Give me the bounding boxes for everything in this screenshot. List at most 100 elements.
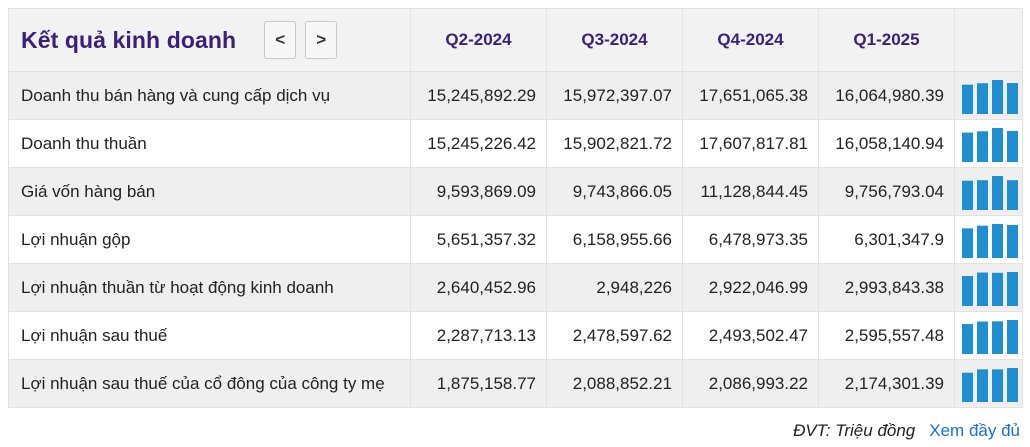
sparkline-bar: [1006, 82, 1018, 114]
next-period-button[interactable]: >: [305, 21, 338, 59]
sparkline-cell: [954, 119, 1023, 168]
sparkline-cell: [954, 71, 1023, 120]
value-cell: 2,595,557.48: [818, 311, 955, 360]
value-cell: 6,158,955.66: [546, 215, 683, 264]
column-header: Q1-2025: [818, 8, 955, 72]
sparkline-chart: [961, 223, 1018, 258]
value-cell: 16,058,140.94: [818, 119, 955, 168]
value-cell: 6,478,973.35: [682, 215, 819, 264]
sparkline-chart: [961, 79, 1018, 114]
value-cell: 17,651,065.38: [682, 71, 819, 120]
value-cell: 15,245,892.29: [410, 71, 547, 120]
sparkline-bar: [961, 132, 973, 162]
title-cell: Kết quả kinh doanh < >: [8, 8, 411, 72]
widget-title: Kết quả kinh doanh: [21, 26, 237, 53]
value-cell: 5,651,357.32: [410, 215, 547, 264]
value-cell: 2,922,046.99: [682, 263, 819, 312]
sparkline-cell: [954, 263, 1023, 312]
table-header-row: Kết quả kinh doanh < > Q2-2024 Q3-2024 Q…: [8, 8, 1023, 72]
sparkline-header: [954, 8, 1023, 72]
sparkline-bar: [1006, 319, 1018, 354]
sparkline-bar: [1006, 130, 1018, 162]
sparkline-cell: [954, 311, 1023, 360]
value-cell: 16,064,980.39: [818, 71, 955, 120]
sparkline-chart: [961, 367, 1018, 402]
value-cell: 2,993,843.38: [818, 263, 955, 312]
row-label: Lợi nhuận sau thuế của cổ đông của công …: [8, 359, 411, 408]
sparkline-bar: [976, 321, 988, 354]
sparkline-bar: [961, 180, 973, 210]
column-header: Q4-2024: [682, 8, 819, 72]
sparkline-bar: [976, 179, 988, 210]
table-row: Giá vốn hàng bán 9,593,869.09 9,743,866.05…: [8, 167, 1023, 216]
sparkline-bar: [1006, 367, 1018, 402]
table-body: Doanh thu bán hàng và cung cấp dịch vụ 15…: [8, 71, 1023, 408]
row-label: Giá vốn hàng bán: [8, 167, 411, 216]
value-cell: 2,174,301.39: [818, 359, 955, 408]
sparkline-chart: [961, 127, 1018, 162]
business-results-widget: Kết quả kinh doanh < > Q2-2024 Q3-2024 Q…: [8, 8, 1023, 440]
value-cell: 15,972,397.07: [546, 71, 683, 120]
sparkline-bar: [961, 275, 973, 306]
view-full-link[interactable]: Xem đầy đủ: [929, 421, 1020, 441]
value-cell: 1,875,158.77: [410, 359, 547, 408]
business-results-table: Kết quả kinh doanh < > Q2-2024 Q3-2024 Q…: [8, 8, 1023, 408]
table-row: Lợi nhuận thuần từ hoạt động kinh doanh 2…: [8, 263, 1023, 312]
prev-period-button[interactable]: <: [264, 21, 297, 59]
sparkline-bar: [961, 227, 973, 258]
value-cell: 6,301,347.9: [818, 215, 955, 264]
sparkline-chart: [961, 175, 1018, 210]
sparkline-bar: [991, 368, 1003, 402]
table-row: Doanh thu thuần 15,245,226.42 15,902,821.7…: [8, 119, 1023, 168]
value-cell: 9,743,866.05: [546, 167, 683, 216]
sparkline-bar: [1006, 224, 1018, 258]
value-cell: 2,287,713.13: [410, 311, 547, 360]
column-header: Q2-2024: [410, 8, 547, 72]
sparkline-bar: [991, 272, 1003, 306]
value-cell: 9,593,869.09: [410, 167, 547, 216]
sparkline-bar: [1006, 179, 1018, 210]
sparkline-bar: [961, 323, 973, 354]
unit-note: ĐVT: Triệu đồng: [793, 421, 916, 440]
sparkline-chart: [961, 271, 1018, 306]
sparkline-bar: [976, 368, 988, 402]
value-cell: 15,245,226.42: [410, 119, 547, 168]
sparkline-bar: [991, 79, 1003, 114]
sparkline-bar: [976, 82, 988, 114]
value-cell: 15,902,821.72: [546, 119, 683, 168]
value-cell: 2,088,852.21: [546, 359, 683, 408]
row-label: Doanh thu bán hàng và cung cấp dịch vụ: [8, 71, 411, 120]
value-cell: 11,128,844.45: [682, 167, 819, 216]
table-row: Lợi nhuận sau thuế của cổ đông của công …: [8, 359, 1023, 408]
sparkline-cell: [954, 215, 1023, 264]
sparkline-bar: [961, 84, 973, 114]
sparkline-bar: [961, 372, 973, 402]
value-cell: 2,493,502.47: [682, 311, 819, 360]
table-row: Lợi nhuận gộp 5,651,357.32 6,158,955.66 6,4…: [8, 215, 1023, 264]
sparkline-bar: [976, 272, 988, 306]
value-cell: 9,756,793.04: [818, 167, 955, 216]
row-label: Lợi nhuận thuần từ hoạt động kinh doanh: [8, 263, 411, 312]
table-row: Lợi nhuận sau thuế 2,287,713.13 2,478,597.…: [8, 311, 1023, 360]
value-cell: 2,640,452.96: [410, 263, 547, 312]
column-header: Q3-2024: [546, 8, 683, 72]
sparkline-chart: [961, 319, 1018, 354]
sparkline-bar: [991, 320, 1003, 354]
table-footer: ĐVT: Triệu đồng Xem đầy đủ: [793, 421, 1020, 441]
value-cell: 2,948,226: [546, 263, 683, 312]
sparkline-cell: [954, 167, 1023, 216]
value-cell: 2,478,597.62: [546, 311, 683, 360]
sparkline-bar: [976, 130, 988, 162]
sparkline-bar: [976, 225, 988, 258]
table-row: Doanh thu bán hàng và cung cấp dịch vụ 15…: [8, 71, 1023, 120]
sparkline-bar: [991, 175, 1003, 210]
row-label: Lợi nhuận gộp: [8, 215, 411, 264]
sparkline-bar: [991, 223, 1003, 258]
row-label: Doanh thu thuần: [8, 119, 411, 168]
value-cell: 17,607,817.81: [682, 119, 819, 168]
row-label: Lợi nhuận sau thuế: [8, 311, 411, 360]
sparkline-bar: [1006, 271, 1018, 306]
sparkline-cell: [954, 359, 1023, 408]
sparkline-bar: [991, 127, 1003, 162]
value-cell: 2,086,993.22: [682, 359, 819, 408]
